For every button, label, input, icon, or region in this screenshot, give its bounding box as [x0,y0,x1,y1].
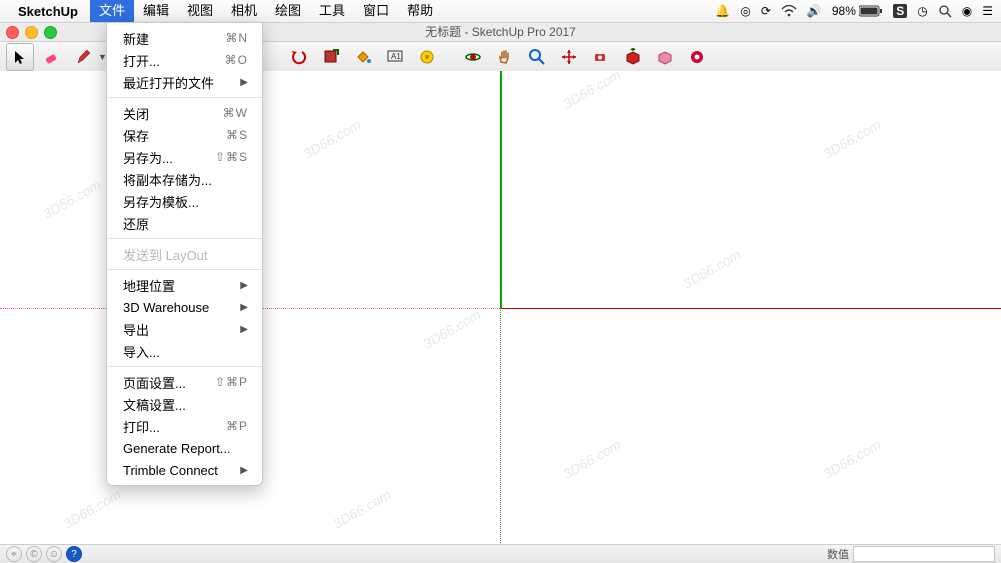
position-camera-icon[interactable] [587,43,615,71]
measurements-input[interactable] [853,546,995,562]
menu-item[interactable]: 3D Warehouse▶ [107,296,262,318]
extension-warehouse-icon[interactable] [683,43,711,71]
watermark: 3D66.com [820,116,883,162]
wifi-icon[interactable] [781,5,797,17]
spotlight-icon[interactable] [938,4,952,18]
eraser-tool[interactable] [38,43,66,71]
orbit-icon[interactable] [459,43,487,71]
zoom-icon[interactable] [523,43,551,71]
volume-icon[interactable]: 🔊 [807,4,822,18]
menu-item[interactable]: 还原 [107,212,262,234]
menu-tools[interactable]: 工具 [310,0,354,22]
svg-text:A1: A1 [391,52,401,61]
menu-item[interactable]: 打印...⌘P [107,415,262,437]
menu-item[interactable]: Trimble Connect▶ [107,459,262,481]
window-title: 无标题 - SketchUp Pro 2017 [425,25,576,39]
menu-item[interactable]: 将副本存储为... [107,168,262,190]
paint-bucket-icon[interactable] [349,43,377,71]
file-menu-dropdown: 新建⌘N打开...⌘O最近打开的文件▶ 关闭⌘W保存⌘S另存为...⇧⌘S将副本存… [106,22,263,486]
menu-item[interactable]: 关闭⌘W [107,102,262,124]
menu-camera[interactable]: 相机 [222,0,266,22]
measurements-label: 数值 [827,546,849,562]
minimize-traffic-light[interactable] [25,26,38,39]
sync-icon[interactable]: ⟳ [761,4,771,18]
s-icon[interactable]: S [893,4,907,18]
menu-item[interactable]: 导入... [107,340,262,362]
watermark: 3D66.com [60,486,123,532]
menu-file[interactable]: 文件 [90,0,134,22]
clock-icon[interactable]: ◷ [917,4,927,18]
text-tool-icon[interactable]: A1 [381,43,409,71]
menu-item[interactable]: Generate Report... [107,437,262,459]
watermark: 3D66.com [560,436,623,482]
menu-edit[interactable]: 编辑 [134,0,178,22]
watermark: 3D66.com [420,306,483,352]
watermark: 3D66.com [560,71,623,112]
menu-item: 发送到 LayOut [107,243,262,265]
menu-item[interactable]: 另存为模板... [107,190,262,212]
status-bar: ⌖ © ☺ ? 数值 [0,544,1001,563]
get-models-icon[interactable] [619,43,647,71]
green-axis-negative [500,308,501,545]
share-model-icon[interactable] [651,43,679,71]
menu-item[interactable]: 页面设置...⇧⌘P [107,371,262,393]
menu-draw[interactable]: 绘图 [266,0,310,22]
geo-icon[interactable]: ⌖ [6,546,22,562]
watermark: 3D66.com [820,436,883,482]
menubar-status: 🔔 ◎ ⟳ 🔊 98% S ◷ ◉ ☰ [715,4,993,18]
user-icon[interactable]: ☺ [46,546,62,562]
undo-icon[interactable] [285,43,313,71]
make-component-icon[interactable] [317,43,345,71]
pan-icon[interactable] [491,43,519,71]
menu-item[interactable]: 文稿设置... [107,393,262,415]
tape-measure-icon[interactable] [413,43,441,71]
menu-window[interactable]: 窗口 [354,0,398,22]
notification-icon[interactable]: 🔔 [715,4,730,18]
menu-view[interactable]: 视图 [178,0,222,22]
menu-item[interactable]: 地理位置▶ [107,274,262,296]
notification-center-icon[interactable]: ☰ [982,4,993,18]
menu-item[interactable]: 导出▶ [107,318,262,340]
menu-item[interactable]: 最近打开的文件▶ [107,71,262,93]
app-name[interactable]: SketchUp [18,4,78,19]
pencil-tool[interactable] [70,43,98,71]
menu-item[interactable]: 另存为...⇧⌘S [107,146,262,168]
green-axis-positive [500,71,502,308]
select-tool[interactable] [6,43,34,71]
menu-item[interactable]: 保存⌘S [107,124,262,146]
watermark: 3D66.com [330,486,393,532]
watermark: 3D66.com [680,246,743,292]
zoom-traffic-light[interactable] [44,26,57,39]
close-traffic-light[interactable] [6,26,19,39]
macos-menubar: SketchUp 文件 编辑 视图 相机 绘图 工具 窗口 帮助 🔔 ◎ ⟳ 🔊… [0,0,1001,23]
creative-cloud-icon[interactable]: ◎ [740,4,750,18]
siri-icon[interactable]: ◉ [962,4,972,18]
battery-status[interactable]: 98% [832,4,883,18]
credits-icon[interactable]: © [26,546,42,562]
help-icon[interactable]: ? [66,546,82,562]
zoom-extents-icon[interactable] [555,43,583,71]
menu-help[interactable]: 帮助 [398,0,442,22]
watermark: 3D66.com [40,176,103,222]
menu-item[interactable]: 打开...⌘O [107,49,262,71]
watermark: 3D66.com [300,116,363,162]
menu-item[interactable]: 新建⌘N [107,27,262,49]
